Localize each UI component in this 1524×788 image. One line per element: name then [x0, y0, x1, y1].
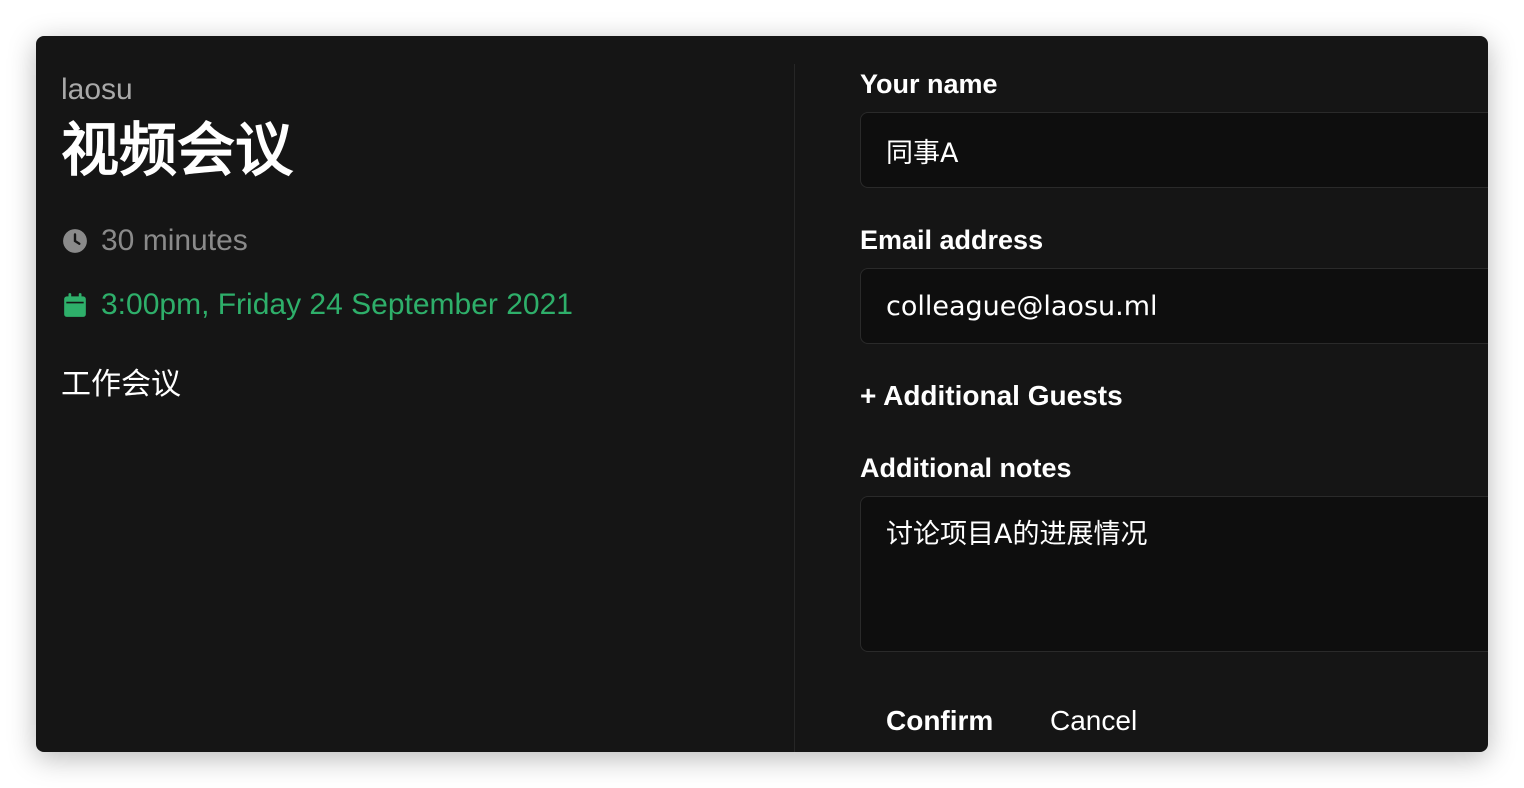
calendar-icon [61, 291, 89, 319]
email-input-value: colleague@laosu.ml [886, 290, 1158, 322]
event-description: 工作会议 [61, 367, 181, 402]
email-label: Email address [860, 225, 1044, 255]
datetime-text: 3:00pm, Friday 24 September 2021 [101, 288, 573, 321]
confirm-button[interactable]: Confirm [886, 704, 993, 738]
notes-textarea[interactable]: 讨论项目A的进展情况 [860, 496, 1488, 652]
booking-card: laosu 视频会议 30 minutes 3:00pm, Friday 24 … [36, 36, 1488, 752]
notes-textarea-value: 讨论项目A的进展情况 [886, 519, 1148, 550]
datetime-row: 3:00pm, Friday 24 September 2021 [61, 287, 573, 323]
additional-guests-button[interactable]: + Additional Guests [860, 379, 1123, 413]
panel-divider [794, 64, 795, 752]
name-input-value: 同事A [886, 137, 959, 169]
email-input[interactable]: colleague@laosu.ml [860, 268, 1488, 344]
cancel-button[interactable]: Cancel [1050, 704, 1137, 738]
name-input[interactable]: 同事A [860, 112, 1488, 188]
notes-label: Additional notes [860, 453, 1072, 483]
organizer-name: laosu [61, 73, 133, 106]
clock-icon [61, 227, 89, 255]
event-title: 视频会议 [61, 116, 294, 184]
name-label: Your name [860, 69, 998, 99]
duration-text: 30 minutes [101, 224, 248, 257]
duration-row: 30 minutes [61, 223, 248, 259]
